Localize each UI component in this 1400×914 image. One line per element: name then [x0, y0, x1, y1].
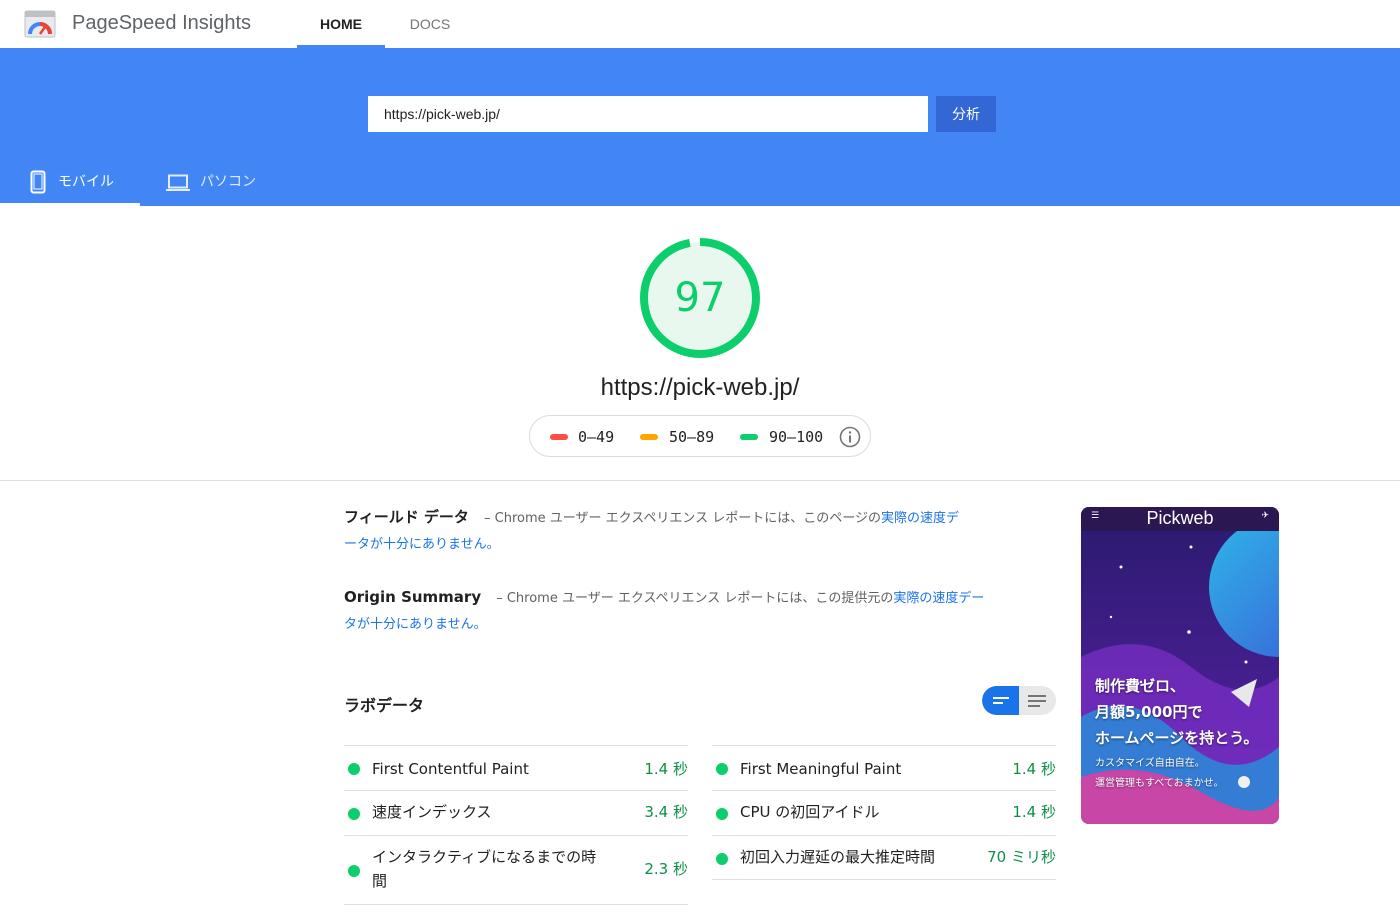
- score-gauge: 97: [638, 236, 762, 360]
- metric-value: 3.4 秒: [644, 803, 688, 821]
- legend-fail: 0–49: [578, 428, 615, 446]
- field-data-desc: – Chrome ユーザー エクスペリエンス レポートには、このページの: [484, 511, 881, 526]
- field-data-link-cont[interactable]: ータが十分にありません。: [344, 537, 500, 552]
- metrics-left-column: First Contentful Paint 1.4 秒 速度インデックス 3.…: [344, 745, 688, 905]
- metric-value: 2.3 秒: [644, 860, 688, 878]
- metric-name: CPU の初回アイドル: [740, 803, 880, 821]
- info-icon[interactable]: [839, 426, 861, 448]
- origin-summary-desc: – Chrome ユーザー エクスペリエンス レポートには、この提供元の: [496, 591, 894, 606]
- metric-row: First Contentful Paint 1.4 秒: [344, 745, 688, 790]
- legend-average-marker: [640, 434, 658, 440]
- metric-value: 1.4 秒: [1012, 760, 1056, 778]
- nav-tab-home[interactable]: HOME: [297, 0, 385, 48]
- pagespeed-logo-icon[interactable]: [24, 10, 56, 38]
- tab-mobile[interactable]: モバイル: [0, 166, 140, 206]
- metric-name: First Contentful Paint: [372, 760, 529, 778]
- screenshot-subtext: 運営管理もすべておまかせ。: [1095, 778, 1224, 789]
- score-value: 97: [674, 275, 726, 321]
- origin-summary-section: Origin Summary – Chrome ユーザー エクスペリエンス レポ…: [344, 585, 1004, 637]
- legend-pass-marker: [740, 434, 758, 440]
- lab-data-title: ラボデータ: [344, 696, 425, 715]
- screenshot-headline: 制作費ゼロ、: [1095, 677, 1186, 695]
- metric-value: 70 ミリ秒: [987, 848, 1056, 866]
- list-view-icon[interactable]: [1019, 686, 1056, 715]
- metric-name: 速度インデックス: [372, 803, 492, 821]
- metric-row: First Meaningful Paint 1.4 秒: [712, 745, 1056, 790]
- pass-dot-icon: [348, 808, 360, 820]
- view-toggle-compact[interactable]: [982, 686, 1019, 715]
- analyze-button[interactable]: 分析: [936, 96, 996, 132]
- legend-average: 50–89: [669, 428, 715, 446]
- metrics-right-column: First Meaningful Paint 1.4 秒 CPU の初回アイドル…: [712, 745, 1056, 880]
- tab-mobile-label: モバイル: [58, 174, 114, 190]
- field-data-section: フィールド データ – Chrome ユーザー エクスペリエンス レポートには、…: [344, 505, 1004, 557]
- nav-tab-docs[interactable]: DOCS: [390, 0, 470, 48]
- metric-name: First Meaningful Paint: [740, 760, 902, 778]
- compact-view-icon: [993, 697, 1009, 704]
- analyzed-url: https://pick-web.jp/: [600, 374, 800, 401]
- pass-dot-icon: [716, 853, 728, 865]
- origin-summary-link-cont[interactable]: タが十分にありません。: [344, 617, 487, 632]
- origin-summary-link[interactable]: 実際の速度デー: [893, 591, 984, 606]
- origin-summary-title: Origin Summary: [344, 588, 482, 606]
- screenshot-subtext: カスタマイズ自由自在。: [1095, 758, 1205, 769]
- field-data-link[interactable]: 実際の速度デ: [881, 511, 959, 526]
- tab-desktop[interactable]: パソコン: [140, 166, 280, 206]
- metric-row: 初回入力遅延の最大推定時間 70 ミリ秒: [712, 835, 1056, 880]
- field-data-title: フィールド データ: [344, 508, 469, 526]
- screenshot-headline: ホームページを持とう。: [1095, 729, 1259, 747]
- search-hero: 分析 モバイル パソコン: [0, 48, 1400, 206]
- metric-name-line2: 間: [372, 872, 388, 890]
- legend-fail-marker: [550, 434, 568, 440]
- metric-row: 速度インデックス 3.4 秒: [344, 790, 688, 835]
- rocket-icon: ✈: [1261, 510, 1269, 520]
- metric-row: インタラクティブになるまでの時間 2.3 秒: [344, 835, 688, 905]
- screenshot-headline: 月額5,000円で: [1095, 703, 1203, 721]
- score-legend: 0–49 50–89 90–100: [529, 415, 871, 457]
- metric-value: 1.4 秒: [1012, 803, 1056, 821]
- top-app-bar: PageSpeed Insights HOME DOCS: [0, 0, 1400, 48]
- section-divider: [0, 480, 1400, 481]
- metric-value: 1.4 秒: [644, 760, 688, 778]
- pass-dot-icon: [716, 808, 728, 820]
- url-input[interactable]: [368, 96, 928, 132]
- pass-dot-icon: [716, 763, 728, 775]
- laptop-icon: [166, 174, 190, 191]
- tab-indicator: [0, 203, 140, 206]
- page-screenshot: ☰ Pickweb ✈ 制作費ゼロ、 月額5,000円で ホームページを持とう。…: [1081, 507, 1279, 824]
- pass-dot-icon: [348, 865, 360, 877]
- phone-icon: [30, 170, 46, 194]
- screenshot-header: ☰ Pickweb ✈: [1081, 507, 1279, 531]
- screenshot-logo: Pickweb: [1146, 508, 1214, 528]
- metric-name: 初回入力遅延の最大推定時間: [740, 848, 936, 866]
- legend-pass: 90–100: [769, 428, 824, 446]
- metric-name-line1: インタラクティブになるまでの時: [372, 848, 597, 866]
- metric-name: インタラクティブになるまでの時間: [372, 845, 596, 893]
- pass-dot-icon: [348, 763, 360, 775]
- tab-desktop-label: パソコン: [200, 174, 256, 190]
- view-toggle[interactable]: [982, 686, 1056, 715]
- app-title: PageSpeed Insights: [72, 12, 252, 34]
- metric-row: CPU の初回アイドル 1.4 秒: [712, 790, 1056, 835]
